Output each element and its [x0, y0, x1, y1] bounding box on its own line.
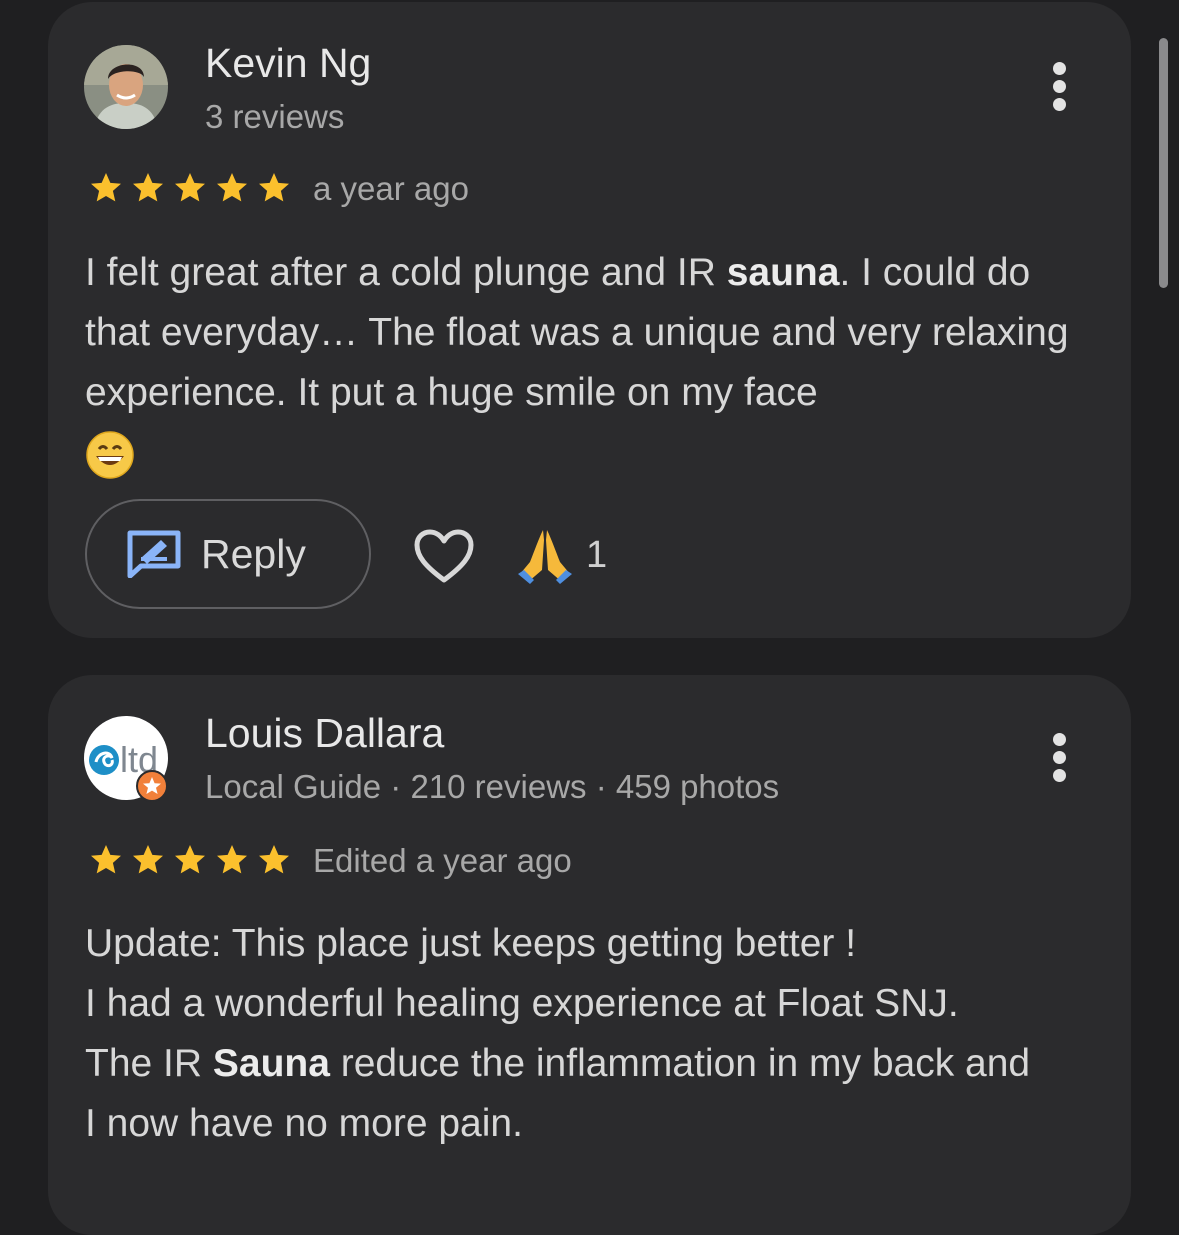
reaction-count: 1 [586, 534, 608, 576]
heart-icon[interactable] [413, 528, 475, 584]
review-line: I had a wonderful healing experience at … [85, 982, 959, 1025]
review-card: ltd Louis Dallara Local Guide · 210 revi… [48, 675, 1131, 1235]
more-options-button[interactable] [1047, 733, 1071, 793]
star-icon [91, 845, 121, 874]
star-icon [175, 173, 205, 202]
grinning-face-emoji [86, 430, 134, 479]
star-icon [133, 173, 163, 202]
star-rating [86, 842, 294, 876]
star-icon [217, 845, 247, 874]
review-time: Edited a year ago [313, 842, 572, 879]
reviewer-meta: Local Guide · 210 reviews · 459 photos [205, 768, 780, 805]
more-options-button[interactable] [1047, 62, 1071, 122]
star-icon [175, 845, 205, 874]
reviewer-avatar[interactable]: ltd [84, 716, 168, 802]
star-icon [217, 173, 247, 202]
reviewer-name[interactable]: Louis Dallara [205, 710, 444, 757]
star-icon [133, 845, 163, 874]
star-rating [86, 170, 294, 204]
more-vert-icon [1052, 733, 1066, 746]
review-text: I felt great after a cold plunge and IR … [85, 243, 1085, 483]
folded-hands-emoji[interactable] [516, 526, 574, 584]
scrollbar[interactable] [1159, 38, 1168, 288]
reply-button[interactable]: Reply [85, 499, 371, 609]
star-icon [259, 845, 289, 874]
reply-label: Reply [201, 530, 306, 577]
reviewer-name[interactable]: Kevin Ng [205, 40, 371, 87]
star-icon [91, 173, 121, 202]
review-time: a year ago [313, 170, 469, 207]
local-guide-badge [136, 770, 168, 802]
reply-icon [127, 530, 181, 578]
reviewer-meta: 3 reviews [205, 98, 345, 135]
more-vert-icon [1052, 62, 1066, 75]
review-line: Update: This place just keeps getting be… [85, 922, 857, 965]
review-card: Kevin Ng 3 reviews a year ago I felt gre… [48, 2, 1131, 638]
review-text: Update: This place just keeps getting be… [85, 914, 1045, 1154]
review-line: The IR Sauna reduce the inflammation in … [85, 1042, 1031, 1145]
reviewer-avatar[interactable] [84, 45, 168, 129]
star-icon [259, 173, 289, 202]
